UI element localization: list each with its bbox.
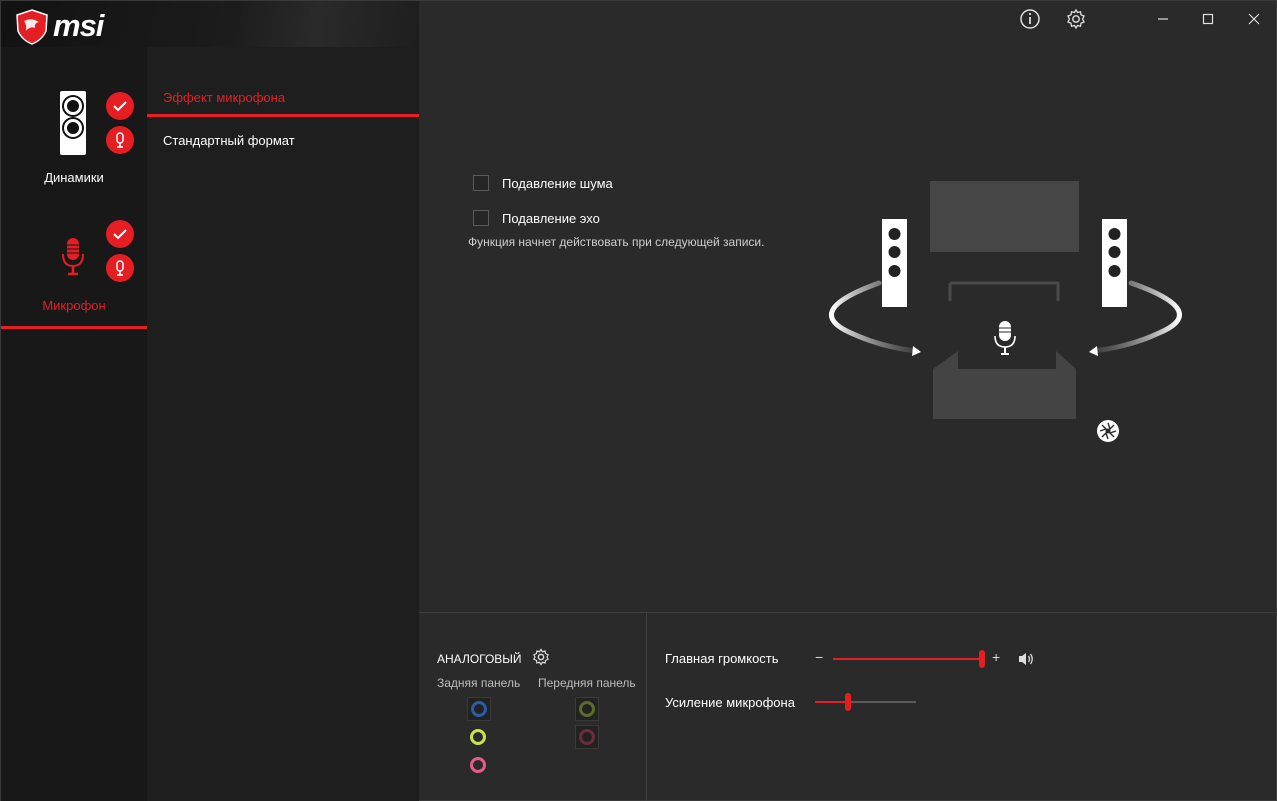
effect-hint-text: Функция начнет действовать при следующей… xyxy=(468,235,765,249)
rear-jack-pink[interactable] xyxy=(467,754,491,778)
minimize-icon[interactable] xyxy=(1151,7,1175,31)
speaker-volume-icon[interactable] xyxy=(1017,651,1035,667)
rear-panel-label: Задняя панель xyxy=(437,676,521,690)
mic-environment-illustration xyxy=(829,181,1182,442)
info-icon[interactable] xyxy=(1018,7,1042,31)
tab-mic-effect[interactable]: Эффект микрофона xyxy=(163,90,285,105)
tab-default-format[interactable]: Стандартный формат xyxy=(163,133,295,148)
default-device-check-icon[interactable] xyxy=(106,220,134,248)
analog-jacks-panel: АНАЛОГОВЫЙ Задняя панель Передняя панель xyxy=(419,613,647,801)
front-panel-label: Передняя панель xyxy=(538,676,636,690)
audio-app-window: msi Динамики Микрофон Эффект микрофона С… xyxy=(0,0,1277,801)
bottom-panel: АНАЛОГОВЫЙ Задняя панель Передняя панель… xyxy=(419,612,1277,801)
active-tab-indicator xyxy=(147,114,419,117)
device-speakers[interactable]: Динамики xyxy=(1,47,147,217)
noise-suppression-label: Подавление шума xyxy=(502,175,613,191)
close-icon[interactable] xyxy=(1242,7,1266,31)
device-microphone[interactable]: Микрофон xyxy=(1,217,147,332)
analog-settings-icon[interactable] xyxy=(532,648,550,666)
fan-icon xyxy=(1097,420,1119,442)
volume-decrease-button[interactable]: − xyxy=(815,649,823,665)
main-volume-slider[interactable] xyxy=(833,649,985,669)
front-jack-pink[interactable] xyxy=(575,725,599,749)
noise-suppression-checkbox[interactable] xyxy=(473,175,489,191)
default-comm-device-icon[interactable] xyxy=(106,254,134,282)
noise-suppression-option[interactable]: Подавление шума xyxy=(473,175,613,191)
effects-menu: Эффект микрофона Стандартный формат xyxy=(147,47,419,801)
mic-boost-slider[interactable] xyxy=(815,692,916,712)
main-volume-thumb[interactable] xyxy=(979,650,985,668)
settings-icon[interactable] xyxy=(1064,7,1088,31)
rear-jack-blue[interactable] xyxy=(467,697,491,721)
main-volume-label: Главная громкость xyxy=(665,651,779,666)
echo-cancellation-label: Подавление эхо xyxy=(502,210,600,226)
mic-boost-label: Усиление микрофона xyxy=(665,695,795,710)
device-label-microphone: Микрофон xyxy=(42,298,106,313)
microphone-icon xyxy=(62,238,84,276)
default-device-check-icon[interactable] xyxy=(106,92,134,120)
echo-cancellation-option[interactable]: Подавление эхо xyxy=(473,210,600,226)
rear-jack-green[interactable] xyxy=(467,726,491,750)
default-comm-device-icon[interactable] xyxy=(106,126,134,154)
echo-cancellation-checkbox[interactable] xyxy=(473,210,489,226)
volume-increase-button[interactable]: + xyxy=(992,649,1000,665)
analog-title: АНАЛОГОВЫЙ xyxy=(437,652,522,666)
mic-boost-thumb[interactable] xyxy=(845,693,852,711)
speaker-icon xyxy=(60,91,86,155)
brand-logo-text: msi xyxy=(53,8,104,43)
maximize-icon[interactable] xyxy=(1196,7,1220,31)
device-label-speakers: Динамики xyxy=(44,170,104,185)
front-jack-green[interactable] xyxy=(575,697,599,721)
active-device-indicator xyxy=(1,326,147,329)
brand-header: msi xyxy=(1,1,419,47)
msi-dragon-logo-icon xyxy=(16,9,48,45)
